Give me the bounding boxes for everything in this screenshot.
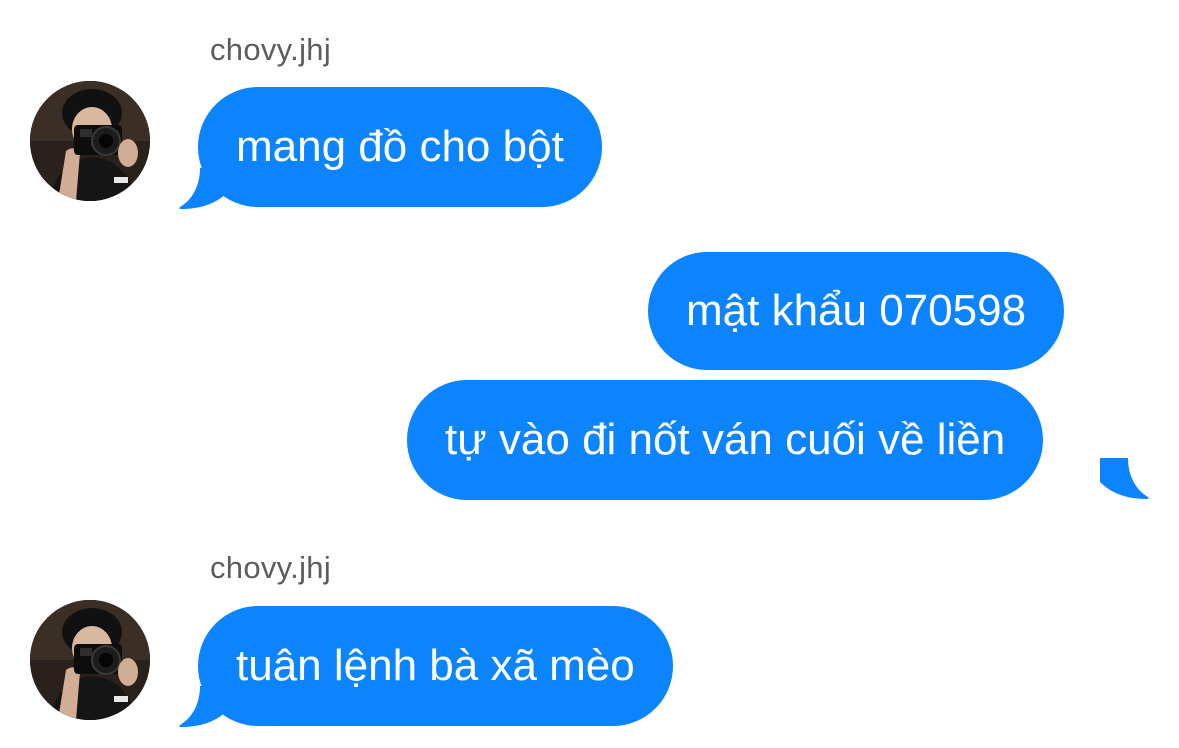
message-bubble-incoming[interactable]: tuân lệnh bà xã mèo: [198, 606, 673, 726]
message-bubble-outgoing[interactable]: mật khẩu 070598: [648, 252, 1065, 370]
avatar-photo-icon: [30, 81, 150, 201]
avatar[interactable]: [30, 81, 150, 201]
sender-name: chovy.jhj: [210, 32, 332, 67]
message-text: mật khẩu 070598: [686, 286, 1027, 335]
message-bubble-outgoing[interactable]: tự vào đi nốt ván cuối về liền: [407, 380, 1044, 500]
message-text: tuân lệnh bà xã mèo: [236, 641, 635, 690]
avatar[interactable]: [30, 600, 150, 720]
message-text: tự vào đi nốt ván cuối về liền: [445, 415, 1006, 464]
message-bubble-incoming[interactable]: mang đồ cho bột: [198, 87, 602, 207]
bubble-tail-right: [1100, 458, 1149, 499]
message-text: mang đồ cho bột: [236, 122, 564, 171]
sender-name: chovy.jhj: [210, 550, 332, 585]
avatar-photo-icon: [30, 600, 150, 720]
